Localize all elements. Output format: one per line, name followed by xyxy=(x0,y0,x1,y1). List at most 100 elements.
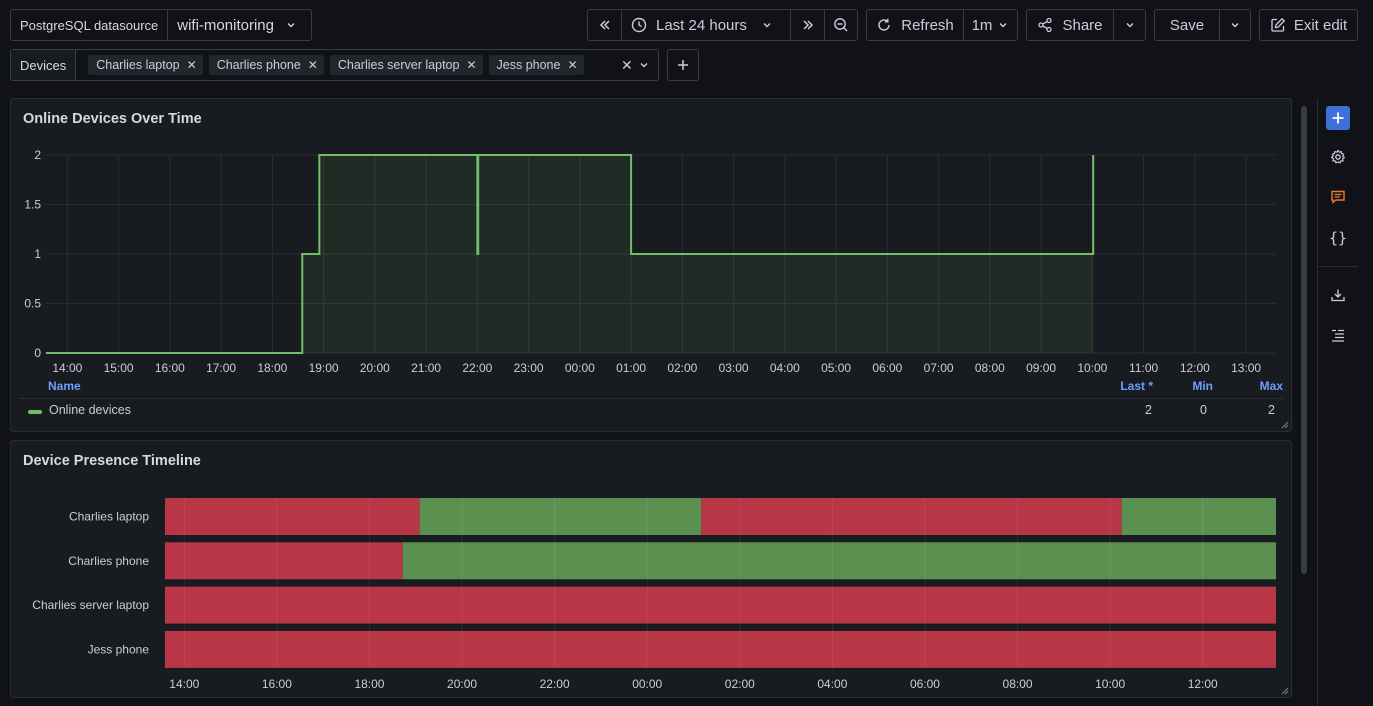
close-icon[interactable]: ✕ xyxy=(187,58,197,72)
chevron-down-icon xyxy=(285,19,297,31)
timeline-segment-online xyxy=(1121,498,1276,535)
close-icon[interactable]: ✕ xyxy=(308,58,318,72)
share-button[interactable]: Share xyxy=(1027,10,1113,40)
resize-handle-icon[interactable] xyxy=(1279,419,1289,429)
legend-header-name[interactable]: Name xyxy=(48,379,81,393)
add-panel-button[interactable] xyxy=(1318,106,1358,130)
legend-row[interactable]: Online devices 2 0 2 xyxy=(11,403,1291,421)
presence-timeline-panel[interactable]: Device Presence Timeline Charlies laptop… xyxy=(10,440,1292,698)
x-tick-label: 12:00 xyxy=(1180,361,1210,375)
dashboard-scrollbar[interactable] xyxy=(1301,106,1307,574)
legend-header-max[interactable]: Max xyxy=(1260,379,1283,393)
download-icon xyxy=(1330,287,1346,303)
x-tick-label: 00:00 xyxy=(565,361,595,375)
x-tick-label: 14:00 xyxy=(169,677,199,691)
y-tick-label: 1.5 xyxy=(24,198,41,212)
share-menu-button[interactable] xyxy=(1113,10,1145,40)
x-tick-label: 10:00 xyxy=(1095,677,1125,691)
device-chip: Charlies laptop ✕ xyxy=(88,55,203,75)
x-tick-label: 01:00 xyxy=(616,361,646,375)
chevron-down-icon xyxy=(997,19,1009,31)
datasource-picker[interactable]: PostgreSQL datasource wifi-monitoring xyxy=(10,9,312,41)
save-menu-button[interactable] xyxy=(1219,10,1250,40)
chevron-down-icon xyxy=(761,19,773,31)
refresh-interval-value: 1m xyxy=(971,16,993,34)
time-shift-back-button[interactable] xyxy=(588,10,621,40)
save-button[interactable]: Save xyxy=(1155,10,1219,40)
x-tick-label: 14:00 xyxy=(52,361,82,375)
legend-divider xyxy=(19,398,1283,399)
share-group: Share xyxy=(1026,9,1146,41)
save-label: Save xyxy=(1169,16,1205,34)
presence-timeline-chart: Charlies laptop Charlies phone Charlies se… xyxy=(32,498,1276,691)
online-devices-chart: 14:00 15:00 16:00 17:00 18:00 19:00 20:00 21:00… xyxy=(24,148,1276,375)
close-icon[interactable]: ✕ xyxy=(466,58,476,72)
x-tick-label: 10:00 xyxy=(1077,361,1107,375)
plus-icon xyxy=(1331,111,1345,125)
timeline-row-label: Jess phone xyxy=(88,642,150,656)
chevron-down-icon xyxy=(1229,19,1241,31)
y-tick-label: 0 xyxy=(34,346,41,360)
x-tick-label: 09:00 xyxy=(1026,361,1056,375)
time-picker-group: Last 24 hours xyxy=(587,9,858,41)
legend-series-name: Online devices xyxy=(49,403,131,417)
x-tick-label: 04:00 xyxy=(817,677,847,691)
edit-sidebar: {} xyxy=(1317,98,1358,706)
annotations-button[interactable] xyxy=(1318,189,1358,205)
x-tick-label: 06:00 xyxy=(872,361,902,375)
close-icon[interactable]: ✕ xyxy=(567,58,577,72)
x-tick-label: 08:00 xyxy=(975,361,1005,375)
time-shift-forward-button[interactable] xyxy=(790,10,824,40)
devices-multiselect[interactable]: Charlies laptop ✕ Charlies phone ✕ Charlie… xyxy=(76,50,658,80)
timeline-segment-offline xyxy=(165,542,403,580)
timeline-row-label: Charlies phone xyxy=(68,554,149,568)
devices-variable-label: Devices xyxy=(11,50,77,80)
online-devices-panel[interactable]: Online Devices Over Time 14:00 15:00 16:00… xyxy=(10,98,1292,432)
chevron-down-icon[interactable] xyxy=(638,59,650,71)
x-tick-label: 16:00 xyxy=(262,677,292,691)
x-tick-label: 02:00 xyxy=(725,677,755,691)
dashboard-settings-button[interactable] xyxy=(1318,149,1358,165)
add-variable-button[interactable] xyxy=(667,49,699,81)
legend-header-last[interactable]: Last * xyxy=(1120,379,1153,393)
x-tick-label: 18:00 xyxy=(354,677,384,691)
fast-forward-icon xyxy=(801,18,815,32)
sidebar-divider xyxy=(1318,266,1358,267)
refresh-label: Refresh xyxy=(901,16,954,34)
time-range-picker[interactable]: Last 24 hours xyxy=(621,10,790,40)
x-tick-label: 00:00 xyxy=(632,677,662,691)
legend-header-min[interactable]: Min xyxy=(1192,379,1213,393)
timeline-row-label: Charlies server laptop xyxy=(32,598,149,612)
x-tick-label: 22:00 xyxy=(462,361,492,375)
zoom-out-button[interactable] xyxy=(824,10,857,40)
exit-edit-button[interactable]: Exit edit xyxy=(1259,9,1358,41)
clear-all-icon[interactable]: ✕ xyxy=(621,57,633,74)
x-tick-label: 18:00 xyxy=(257,361,287,375)
device-chip-label: Charlies phone xyxy=(216,58,301,72)
comment-icon xyxy=(1330,189,1346,205)
exit-edit-label: Exit edit xyxy=(1293,16,1348,34)
refresh-button[interactable]: Refresh xyxy=(867,10,963,40)
rewind-icon xyxy=(598,18,612,32)
x-tick-label: 08:00 xyxy=(1003,677,1033,691)
timeline-segment-online xyxy=(402,542,1276,580)
gear-icon xyxy=(1330,149,1346,165)
datasource-value[interactable]: wifi-monitoring xyxy=(168,17,283,34)
y-tick-label: 1 xyxy=(34,247,41,261)
import-button[interactable] xyxy=(1318,287,1358,303)
legend-max-value: 2 xyxy=(1268,403,1275,417)
refresh-interval-picker[interactable]: 1m xyxy=(963,10,1017,40)
x-tick-label: 07:00 xyxy=(924,361,954,375)
panel-title: Device Presence Timeline xyxy=(23,453,201,469)
device-chip-label: Jess phone xyxy=(496,58,561,72)
x-tick-label: 04:00 xyxy=(770,361,800,375)
json-model-button[interactable]: {} xyxy=(1318,229,1358,247)
resize-handle-icon[interactable] xyxy=(1279,685,1289,695)
share-label: Share xyxy=(1062,16,1103,34)
braces-icon: {} xyxy=(1328,229,1348,247)
outline-button[interactable] xyxy=(1318,327,1358,343)
chevron-down-icon xyxy=(1124,19,1136,31)
x-tick-label: 11:00 xyxy=(1129,361,1158,375)
refresh-group: Refresh 1m xyxy=(866,9,1018,41)
y-tick-label: 2 xyxy=(34,148,41,162)
